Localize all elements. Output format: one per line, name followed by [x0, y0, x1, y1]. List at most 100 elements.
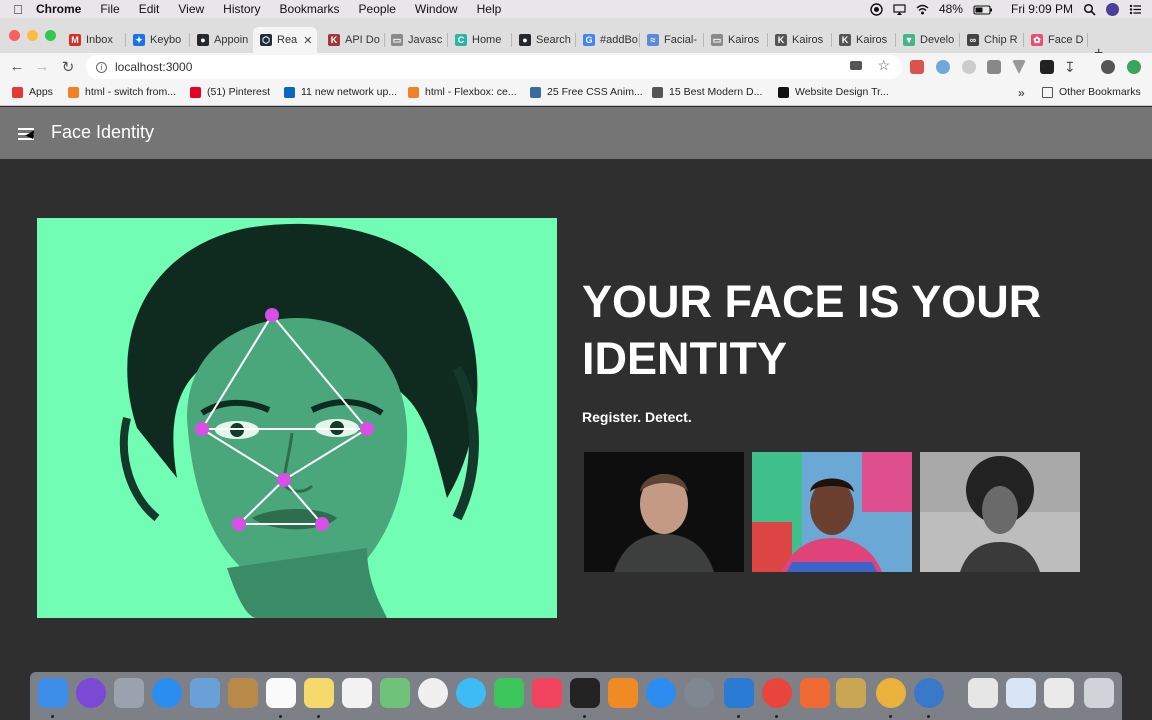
- extension-sphere-icon[interactable]: [962, 60, 976, 74]
- menu-bookmarks[interactable]: Bookmarks: [280, 2, 340, 16]
- browser-tab-15[interactable]: ✿ Face D: [1024, 27, 1088, 53]
- screen-record-icon[interactable]: [870, 2, 883, 16]
- browser-tab-2[interactable]: ● Appoin: [190, 27, 254, 53]
- trash-icon[interactable]: [1084, 678, 1114, 708]
- launchpad-icon[interactable]: [114, 678, 144, 708]
- chrome-canary-icon[interactable]: [876, 678, 906, 708]
- spotlight-search-icon[interactable]: [1083, 3, 1096, 16]
- download-icon[interactable]: ↧: [1064, 60, 1078, 74]
- camera-in-use-icon[interactable]: [850, 61, 862, 70]
- menu-history[interactable]: History: [223, 2, 260, 16]
- photos-icon[interactable]: [418, 678, 448, 708]
- browser-tab-0[interactable]: M Inbox: [62, 27, 126, 53]
- browser-tab-6[interactable]: C Home: [448, 27, 512, 53]
- browser-tab-14[interactable]: ∞ Chip R: [960, 27, 1024, 53]
- keychain-icon[interactable]: [836, 678, 866, 708]
- hero-tagline: Register. Detect.: [582, 409, 692, 425]
- siri-icon[interactable]: [76, 678, 106, 708]
- address-bar[interactable]: i localhost:3000 ☆: [86, 55, 902, 79]
- browser-tab-1[interactable]: ✦ Keybo: [126, 27, 190, 53]
- vscode-icon[interactable]: [724, 678, 754, 708]
- browser-tab-13[interactable]: ▼ Develo: [896, 27, 960, 53]
- close-window-button[interactable]: [9, 30, 20, 41]
- menubar-clock[interactable]: Fri 9:09 PM: [1011, 2, 1073, 16]
- bookmark-item[interactable]: html - switch from...: [68, 86, 176, 98]
- browser-tab-11[interactable]: K Kairos: [768, 27, 832, 53]
- extension-camera-icon[interactable]: [987, 60, 1001, 74]
- menu-edit[interactable]: Edit: [139, 2, 160, 16]
- browser-tab-4[interactable]: K API Do: [321, 27, 385, 53]
- wifi-icon[interactable]: [916, 3, 929, 16]
- preview-icon[interactable]: [190, 678, 220, 708]
- app-store-icon[interactable]: [646, 678, 676, 708]
- terminal-icon[interactable]: [570, 678, 600, 708]
- browser-tab-3[interactable]: ⬡ Rea ✕: [253, 27, 317, 53]
- reload-icon[interactable]: ↻: [59, 58, 77, 76]
- browser-tab-10[interactable]: ▭ Kairos: [704, 27, 768, 53]
- menu-people[interactable]: People: [359, 2, 396, 16]
- menu-window[interactable]: Window: [415, 2, 458, 16]
- safari-icon[interactable]: [152, 678, 182, 708]
- bookmark-item[interactable]: html - Flexbox: ce...: [408, 86, 517, 98]
- browser-tab-8[interactable]: G #addBo: [576, 27, 640, 53]
- browser-tab-5[interactable]: ▭ Javasc: [384, 27, 448, 53]
- books-icon[interactable]: [608, 678, 638, 708]
- postman-icon[interactable]: [800, 678, 830, 708]
- bookmark-item[interactable]: 15 Best Modern D...: [652, 86, 762, 98]
- tab-label: #addBo: [600, 34, 638, 46]
- quicktime-icon[interactable]: [914, 678, 944, 708]
- chrome-icon[interactable]: [762, 678, 792, 708]
- bookmarks-bar: Apps html - switch from... (51) Pinterest 1…: [0, 81, 1152, 106]
- tab-label: Rea: [277, 34, 298, 46]
- user-avatar-icon[interactable]: [1106, 2, 1119, 16]
- apple-icon[interactable]: : [0, 2, 36, 17]
- dock-running-indicator: [279, 715, 282, 718]
- messages-icon[interactable]: [456, 678, 486, 708]
- maps-icon[interactable]: [380, 678, 410, 708]
- bookmark-item[interactable]: (51) Pinterest: [190, 86, 270, 98]
- other-bookmarks-folder[interactable]: Other Bookmarks: [1042, 86, 1141, 98]
- battery-icon[interactable]: [973, 3, 993, 16]
- extension-eyedropper-icon[interactable]: [1040, 60, 1054, 74]
- extension-vue-devtools-icon[interactable]: [1012, 60, 1026, 74]
- menu-file[interactable]: File: [100, 2, 119, 16]
- system-preferences-icon[interactable]: [684, 678, 714, 708]
- extension-lens-icon[interactable]: [936, 60, 950, 74]
- bookmark-item[interactable]: Website Design Tr...: [778, 86, 889, 98]
- music-icon[interactable]: [532, 678, 562, 708]
- menu-help[interactable]: Help: [477, 2, 502, 16]
- extension-pdf-icon[interactable]: [910, 60, 924, 74]
- reminders-icon[interactable]: [342, 678, 372, 708]
- notes-icon[interactable]: [304, 678, 334, 708]
- contacts-icon[interactable]: [228, 678, 258, 708]
- bookmark-item[interactable]: 25 Free CSS Anim...: [530, 86, 643, 98]
- profile-avatar-icon[interactable]: [1101, 60, 1115, 74]
- screenshots-folder-icon[interactable]: [1044, 678, 1074, 708]
- documents-folder-icon[interactable]: [1006, 678, 1036, 708]
- sample-face-photo-3[interactable]: [920, 452, 1080, 572]
- zoom-window-button[interactable]: [45, 30, 56, 41]
- bookmarks-overflow-chevron-icon[interactable]: »: [1018, 86, 1025, 100]
- back-arrow-icon[interactable]: ←: [8, 58, 26, 75]
- finder-icon[interactable]: [38, 678, 68, 708]
- calendar-icon[interactable]: [266, 678, 296, 708]
- notification-center-icon[interactable]: [1129, 3, 1142, 16]
- browser-tab-9[interactable]: ≈ Facial-: [640, 27, 704, 53]
- menu-view[interactable]: View: [178, 2, 204, 16]
- sample-face-photo-1[interactable]: [584, 452, 744, 572]
- bookmark-item[interactable]: Apps: [12, 86, 53, 98]
- site-info-icon[interactable]: i: [96, 61, 107, 73]
- bookmark-item[interactable]: 11 new network up...: [284, 86, 397, 98]
- facetime-icon[interactable]: [494, 678, 524, 708]
- forward-arrow-icon[interactable]: →: [33, 58, 51, 75]
- close-tab-icon[interactable]: ✕: [303, 34, 312, 47]
- bookmark-star-icon[interactable]: ☆: [877, 57, 890, 74]
- browser-tab-7[interactable]: ● Search: [512, 27, 576, 53]
- downloads-folder-icon[interactable]: [968, 678, 998, 708]
- airplay-icon[interactable]: [893, 3, 906, 16]
- browser-tab-12[interactable]: K Kairos: [832, 27, 896, 53]
- sample-face-photo-2[interactable]: [752, 452, 912, 572]
- menu-app-name[interactable]: Chrome: [36, 2, 81, 16]
- update-badge-icon[interactable]: [1127, 60, 1141, 74]
- minimize-window-button[interactable]: [27, 30, 38, 41]
